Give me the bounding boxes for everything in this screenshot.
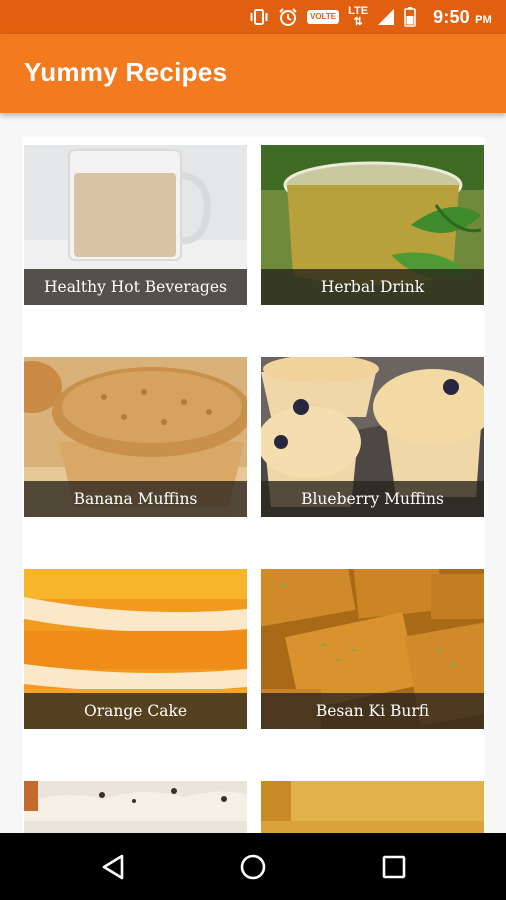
alarm-icon <box>278 7 298 27</box>
status-time: 9:50 PM <box>433 7 492 28</box>
signal-icon <box>377 8 395 26</box>
status-bar: VOLTE LTE ⇅ 9:50 PM <box>0 0 506 34</box>
app-bar: Yummy Recipes <box>0 34 506 113</box>
battery-icon <box>404 7 416 27</box>
recipe-tile-healthy-hot-beverages[interactable]: Healthy Hot Beverages <box>24 145 247 305</box>
recipe-tile-herbal-drink[interactable]: Herbal Drink <box>261 145 484 305</box>
app-title: Yummy Recipes <box>24 57 228 87</box>
home-icon <box>240 854 266 879</box>
recipe-tile[interactable] <box>24 781 247 833</box>
navigation-bar <box>0 833 506 900</box>
back-button[interactable] <box>83 833 143 900</box>
recipe-tile-banana-muffins[interactable]: Banana Muffins <box>24 357 247 517</box>
tile-label: Herbal Drink <box>261 269 484 305</box>
tile-label: Besan Ki Burfi <box>261 693 484 729</box>
recipe-grid: Healthy Hot Beverages Herbal Drink Banan… <box>0 113 506 833</box>
lte-icon: LTE ⇅ <box>348 5 369 28</box>
volte-icon: VOLTE <box>307 10 340 24</box>
recents-icon <box>382 855 406 878</box>
network-type: LTE <box>348 5 369 17</box>
tile-label: Healthy Hot Beverages <box>24 269 247 305</box>
time-ampm: PM <box>475 13 492 26</box>
recipe-image <box>261 781 484 833</box>
recipe-tile[interactable] <box>261 781 484 833</box>
recipe-tile-besan-ki-burfi[interactable]: Besan Ki Burfi <box>261 569 484 729</box>
recipe-image <box>24 781 247 833</box>
recipe-tile-orange-cake[interactable]: Orange Cake <box>24 569 247 729</box>
grid-container: Healthy Hot Beverages Herbal Drink Banan… <box>22 137 485 833</box>
back-icon <box>102 854 124 879</box>
vibrate-icon <box>249 8 269 26</box>
tile-label: Orange Cake <box>24 693 247 729</box>
time-value: 9:50 <box>433 6 470 27</box>
tile-label: Blueberry Muffins <box>261 481 484 517</box>
tile-label: Banana Muffins <box>24 481 247 517</box>
home-button[interactable] <box>223 833 283 900</box>
recipe-tile-blueberry-muffins[interactable]: Blueberry Muffins <box>261 357 484 517</box>
recents-button[interactable] <box>364 833 424 900</box>
